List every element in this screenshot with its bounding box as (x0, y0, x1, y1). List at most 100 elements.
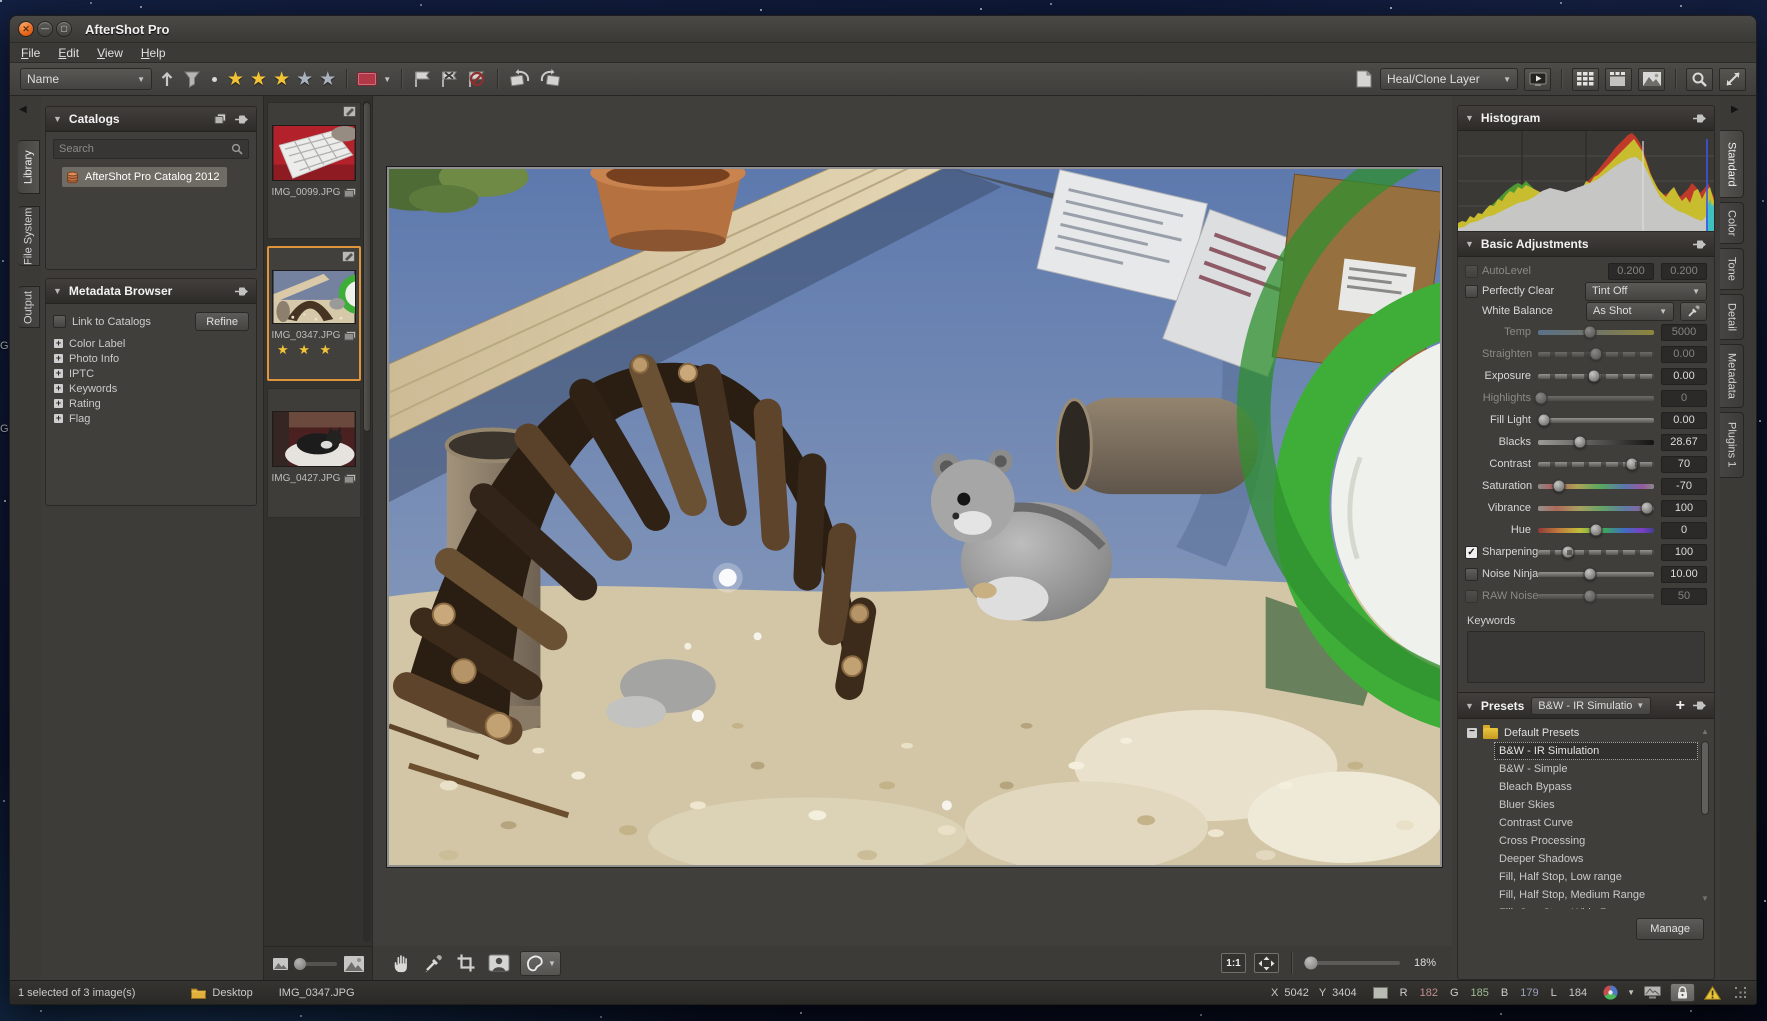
collapse-arrow-icon[interactable]: ▼ (1465, 701, 1474, 711)
crop-tool[interactable] (454, 951, 478, 975)
thumbnail-size-slider[interactable] (295, 962, 337, 966)
expand-icon[interactable]: + (54, 354, 63, 363)
photo-canvas[interactable] (387, 167, 1442, 867)
flag-reject-icon[interactable] (439, 69, 460, 89)
preset-item[interactable]: Cross Processing (1494, 832, 1698, 850)
vibrance-value[interactable]: 100 (1661, 500, 1707, 517)
highlights-value[interactable]: 0 (1661, 390, 1707, 407)
histogram-panel-header[interactable]: ▼ Histogram (1458, 106, 1714, 131)
menu-file[interactable]: File (19, 46, 42, 60)
slider-handle[interactable] (1641, 502, 1654, 515)
flag-clear-icon[interactable] (466, 69, 487, 89)
raw-noise-checkbox[interactable] (1465, 590, 1478, 603)
default-presets-folder[interactable]: − Default Presets (1467, 724, 1698, 742)
rotate-right-icon[interactable] (538, 68, 562, 90)
lock-button[interactable] (1670, 983, 1695, 1002)
tab-library[interactable]: Library (18, 140, 40, 194)
slider-handle[interactable] (1584, 326, 1597, 339)
straighten-value[interactable]: 0.00 (1661, 346, 1707, 363)
pin-icon[interactable] (1692, 239, 1707, 250)
sharpening-value[interactable]: 100 (1661, 544, 1707, 561)
perfectly-clear-checkbox[interactable] (1465, 285, 1478, 298)
slider-handle[interactable] (1584, 568, 1597, 581)
menu-edit[interactable]: Edit (56, 46, 81, 60)
preset-item-selected[interactable]: B&W - IR Simulation (1494, 742, 1698, 760)
filmstrip-cell-2-selected[interactable]: IMG_0347.JPG ★ ★ ★ (267, 246, 361, 381)
preset-item[interactable]: Fill, Half Stop, Medium Range (1494, 886, 1698, 904)
perfectly-clear-dropdown[interactable]: Tint Off▼ (1585, 282, 1707, 301)
sharpening-checkbox[interactable]: ✓ (1465, 546, 1478, 559)
autolevel-value-1[interactable]: 0.200 (1608, 263, 1654, 280)
window-titlebar[interactable]: ✕ — ▢ AfterShot Pro (10, 16, 1756, 43)
chevron-down-icon[interactable]: ▼ (548, 959, 556, 968)
expand-icon[interactable]: + (54, 399, 63, 408)
browse-view-button[interactable] (1605, 68, 1632, 91)
scroll-up-icon[interactable]: ▲ (1700, 727, 1710, 736)
noise-ninja-slider[interactable] (1538, 572, 1654, 577)
rating-star-5[interactable]: ★ (319, 70, 336, 89)
noise-ninja-value[interactable]: 10.00 (1661, 566, 1707, 583)
presets-scrollbar-thumb[interactable] (1701, 741, 1709, 815)
hue-value[interactable]: 0 (1661, 522, 1707, 539)
soft-proof-icon[interactable] (1644, 986, 1661, 999)
window-maximize-button[interactable]: ▢ (56, 21, 72, 37)
current-folder[interactable]: Desktop (212, 987, 252, 999)
menu-view[interactable]: View (95, 46, 125, 60)
temp-value[interactable]: 5000 (1661, 324, 1707, 341)
exposure-value[interactable]: 0.00 (1661, 368, 1707, 385)
preset-item[interactable]: Contrast Curve (1494, 814, 1698, 832)
slider-handle[interactable] (1625, 458, 1638, 471)
layer-mode-dropdown[interactable]: Heal/Clone Layer▼ (1380, 68, 1518, 90)
presets-dropdown[interactable]: B&W - IR Simulation▼ (1531, 697, 1651, 715)
temp-slider[interactable] (1538, 330, 1654, 335)
thumbnail-hamster-photo[interactable] (272, 270, 356, 324)
pin-icon[interactable] (1692, 113, 1707, 124)
redeye-tool[interactable] (486, 952, 512, 974)
blacks-slider[interactable] (1538, 440, 1654, 445)
expand-icon[interactable]: + (54, 339, 63, 348)
fill-light-slider[interactable] (1538, 418, 1654, 423)
expand-icon[interactable]: + (54, 369, 63, 378)
preset-item[interactable]: Fill, Half Stop, Low range (1494, 868, 1698, 886)
saturation-slider[interactable] (1538, 484, 1654, 489)
preset-item[interactable]: Bluer Skies (1494, 796, 1698, 814)
color-profile-icon[interactable] (1603, 985, 1618, 1000)
thumbnail-cat-photo[interactable] (272, 411, 356, 467)
metadata-item-keywords[interactable]: +Keywords (54, 382, 256, 395)
tab-metadata[interactable]: Metadata (1720, 344, 1744, 408)
collapse-arrow-icon[interactable]: ▼ (53, 286, 62, 296)
slider-handle[interactable] (1587, 370, 1600, 383)
sort-direction-icon[interactable] (158, 69, 176, 89)
collapse-arrow-icon[interactable]: ▼ (53, 114, 62, 124)
fullscreen-icon[interactable] (1719, 68, 1746, 91)
blacks-value[interactable]: 28.67 (1661, 434, 1707, 451)
tab-output[interactable]: Output (18, 286, 40, 328)
tab-tone[interactable]: Tone (1720, 248, 1744, 290)
basic-adjustments-header[interactable]: ▼ Basic Adjustments (1458, 232, 1714, 257)
fill-light-value[interactable]: 0.00 (1661, 412, 1707, 429)
fit-to-window-button[interactable] (1254, 953, 1279, 973)
warning-icon[interactable] (1704, 986, 1721, 1000)
manage-presets-button[interactable]: Manage (1636, 918, 1704, 940)
window-close-button[interactable]: ✕ (18, 21, 34, 37)
metadata-panel-header[interactable]: ▼ Metadata Browser (46, 279, 256, 304)
catalog-search-input[interactable] (59, 143, 227, 155)
color-label-swatch[interactable] (357, 72, 377, 86)
tab-plugins[interactable]: Plugins 1 (1720, 412, 1744, 478)
large-thumbnails-icon[interactable] (344, 956, 364, 972)
rating-star-4[interactable]: ★ (296, 70, 313, 89)
new-layer-icon[interactable] (1354, 69, 1374, 89)
grid-view-button[interactable] (1572, 68, 1599, 91)
resize-grip[interactable] (1735, 987, 1748, 999)
filmstrip-cell-1[interactable]: IMG_0099.JPG (267, 102, 361, 239)
chevron-down-icon[interactable]: ▼ (383, 75, 391, 84)
slider-handle[interactable] (1584, 590, 1597, 603)
slider-handle[interactable] (1535, 392, 1548, 405)
thumbnail-keyboard-photo[interactable] (272, 125, 356, 181)
scroll-down-icon[interactable]: ▼ (1700, 894, 1710, 903)
slider-handle[interactable] (1590, 524, 1603, 537)
preset-item[interactable]: Fill, One Stop, Wide Range (1494, 904, 1698, 909)
tab-standard[interactable]: Standard (1720, 130, 1744, 198)
raw-noise-value[interactable]: 50 (1661, 588, 1707, 605)
metadata-item-color-label[interactable]: +Color Label (54, 337, 256, 350)
